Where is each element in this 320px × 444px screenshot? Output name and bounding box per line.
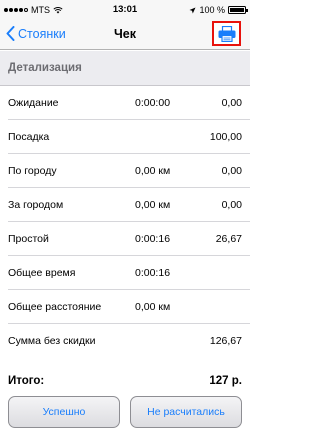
list-item: По городу 0,00 км 0,00 [8, 154, 250, 188]
list-item: Посадка 100,00 [8, 120, 250, 154]
row-label: Общее расстояние [8, 301, 102, 313]
status-bar: MTS 13:01 100 % [0, 0, 250, 20]
list-item: Ожидание 0:00:00 0,00 [8, 86, 250, 120]
row-amount: 26,67 [215, 233, 242, 245]
total-row: Итого: 127 р. [0, 369, 250, 395]
list-item: Общее расстояние 0,00 км [8, 290, 250, 324]
row-label: Посадка [8, 131, 50, 143]
row-amount: 126,67 [209, 335, 242, 347]
printer-icon [218, 25, 235, 42]
row-amount: 100,00 [209, 131, 242, 143]
list-item: Общее время 0:00:16 [8, 256, 250, 290]
detail-list: Ожидание 0:00:00 0,00 Посадка 100,00 По … [0, 86, 250, 358]
row-measure: 0:00:00 [135, 97, 171, 109]
not-paid-button[interactable]: Не расчитались [130, 396, 242, 428]
navigation-bar: Стоянки Чек [0, 20, 250, 50]
row-label: За городом [8, 199, 64, 211]
section-title: Детализация [8, 62, 82, 74]
list-item: За городом 0,00 км 0,00 [8, 188, 250, 222]
row-label: Ожидание [8, 97, 59, 109]
row-measure: 0,00 км [135, 165, 171, 177]
row-amount: 0,00 [221, 199, 242, 211]
row-amount: 0,00 [221, 165, 242, 177]
print-button[interactable] [212, 21, 241, 46]
row-measure: 0:00:16 [135, 267, 171, 279]
section-header: Детализация [0, 51, 250, 86]
battery-percent: 100 % [199, 5, 225, 15]
total-label: Итого: [8, 375, 45, 387]
row-amount: 0,00 [221, 97, 242, 109]
action-buttons: Успешно Не расчитались [0, 396, 250, 434]
row-label: По городу [8, 165, 57, 177]
row-label: Простой [8, 233, 49, 245]
list-item: Простой 0:00:16 26,67 [8, 222, 250, 256]
row-measure: 0,00 км [135, 199, 171, 211]
row-measure: 0,00 км [135, 301, 171, 313]
row-label: Общее время [8, 267, 76, 279]
row-measure: 0:00:16 [135, 233, 171, 245]
status-right: 100 % [189, 5, 248, 15]
total-value: 127 р. [209, 375, 242, 387]
location-arrow-icon [189, 7, 196, 13]
list-item: Сумма без скидки 126,67 [8, 324, 250, 358]
battery-icon [228, 6, 248, 14]
success-button[interactable]: Успешно [8, 396, 120, 428]
row-label: Сумма без скидки [8, 335, 96, 347]
